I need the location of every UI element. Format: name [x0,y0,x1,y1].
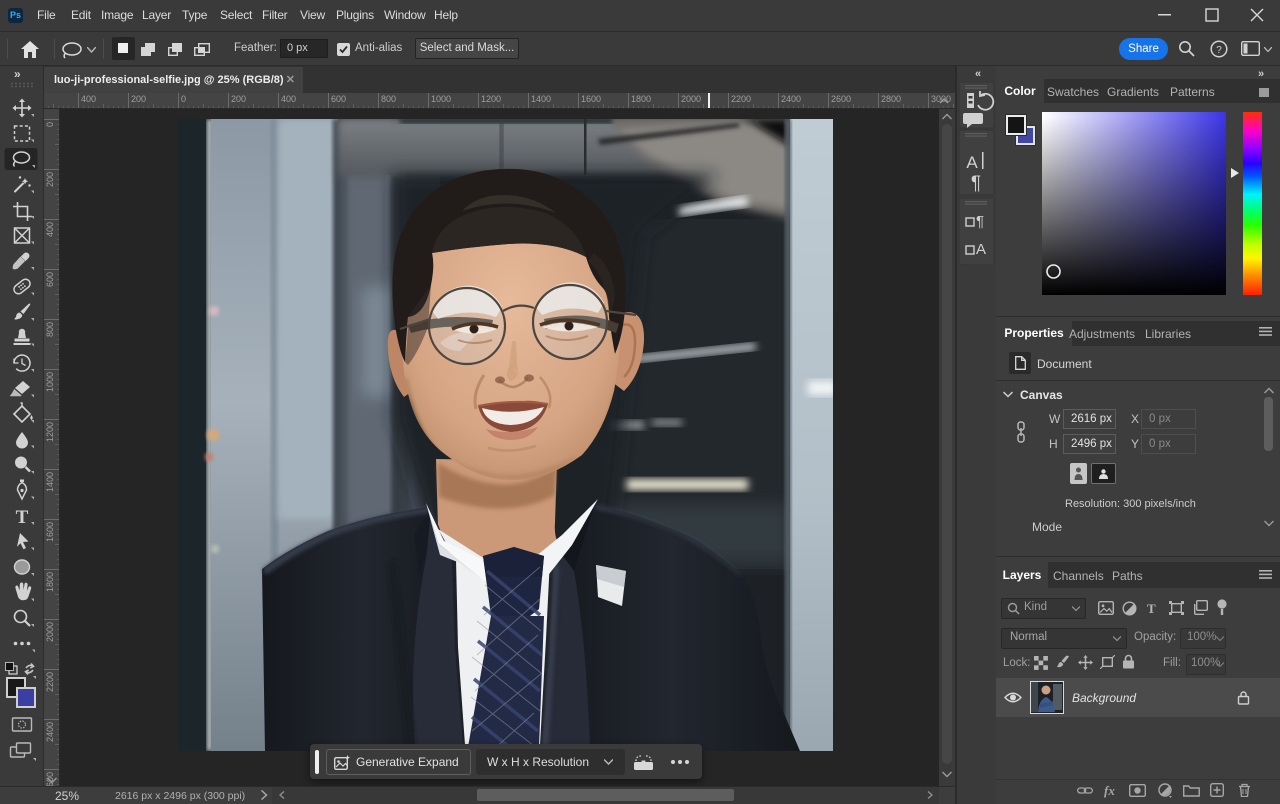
svg-text:400: 400 [45,222,55,237]
svg-text:2400: 2400 [781,94,801,104]
svg-text:2000: 2000 [681,94,701,104]
svg-text:1600: 1600 [45,522,55,542]
svg-text:1000: 1000 [431,94,451,104]
svg-text:600: 600 [45,272,55,287]
svg-text:1200: 1200 [45,422,55,442]
svg-text:2600: 2600 [831,94,851,104]
svg-text:200: 200 [131,94,146,104]
svg-text:1400: 1400 [531,94,551,104]
svg-text:¶: ¶ [971,173,981,194]
svg-text:»: » [14,67,21,81]
svg-text:2200: 2200 [45,672,55,692]
svg-text:200: 200 [231,94,246,104]
svg-text:1000: 1000 [45,372,55,392]
svg-text:1600: 1600 [581,94,601,104]
svg-text:800: 800 [381,94,396,104]
svg-text:2200: 2200 [731,94,751,104]
svg-text:400: 400 [281,94,296,104]
svg-text:1800: 1800 [45,572,55,592]
svg-text:A: A [976,241,986,258]
svg-text:«: « [975,68,981,80]
svg-text:200: 200 [45,172,55,187]
svg-text:400: 400 [81,94,96,104]
svg-text:0: 0 [45,122,55,127]
svg-text:1400: 1400 [45,472,55,492]
svg-text:2800: 2800 [881,94,901,104]
svg-text:0: 0 [181,94,186,104]
svg-text:1800: 1800 [631,94,651,104]
svg-text:600: 600 [331,94,346,104]
svg-text:?: ? [1216,45,1222,56]
svg-text:1200: 1200 [481,94,501,104]
svg-text:T: T [16,507,29,528]
svg-text:¶: ¶ [976,213,984,230]
svg-text:A: A [966,153,978,172]
svg-text:2000: 2000 [45,622,55,642]
svg-text:800: 800 [45,322,55,337]
svg-text:2400: 2400 [45,722,55,742]
